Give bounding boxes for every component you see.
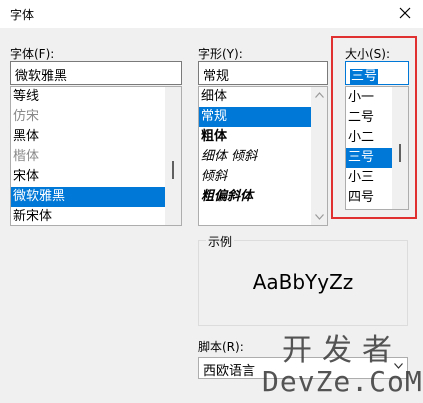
font-list-item[interactable]: 仿宋 <box>11 107 165 127</box>
close-icon <box>399 7 411 19</box>
font-list-items: 等线 仿宋 黑体 楷体 宋体 微软雅黑 新宋体 <box>11 87 165 225</box>
style-label: 字形(Y): <box>198 47 243 61</box>
font-name-input[interactable]: 微软雅黑 <box>10 61 182 85</box>
script-select-value: 西欧语言 <box>203 364 256 379</box>
font-list-item[interactable]: 等线 <box>11 87 165 107</box>
preview-sample-text: AaBbYyZz <box>252 270 354 294</box>
chevron-up-icon <box>314 92 324 98</box>
style-list-item[interactable]: 常规 <box>199 107 311 127</box>
font-list-item[interactable]: 楷体 <box>11 147 165 167</box>
style-list-item[interactable]: 细体 倾斜 <box>199 147 311 167</box>
font-list-item[interactable]: 宋体 <box>11 167 165 187</box>
style-list-items: 细体 常规 粗体 细体 倾斜 倾斜 粗偏斜体 <box>199 87 311 225</box>
style-list-item[interactable]: 倾斜 <box>199 167 311 187</box>
font-list-scroll-thumb[interactable] <box>172 161 174 179</box>
watermark-line-1: 开发者 <box>282 333 402 368</box>
style-list-item[interactable]: 粗偏斜体 <box>199 187 311 207</box>
watermark-logo: 开发者 DevZe.CoM <box>262 336 422 396</box>
close-button[interactable] <box>393 2 417 24</box>
watermark-line-2: DevZe.CoM <box>262 365 423 398</box>
style-list[interactable]: 细体 常规 粗体 细体 倾斜 倾斜 粗偏斜体 <box>198 86 328 226</box>
style-list-item[interactable]: 粗体 <box>199 127 311 147</box>
font-list-item[interactable]: 黑体 <box>11 127 165 147</box>
style-list-item[interactable]: 细体 <box>199 87 311 107</box>
font-list-item[interactable]: 新宋体 <box>11 207 165 225</box>
preview-label: 示例 <box>206 233 235 250</box>
font-list[interactable]: 等线 仿宋 黑体 楷体 宋体 微软雅黑 新宋体 <box>10 86 182 226</box>
font-list-scrollbar[interactable] <box>165 87 181 225</box>
style-list-scrollbar[interactable] <box>311 87 327 225</box>
font-style-input[interactable]: 常规 <box>198 61 328 85</box>
style-scroll-up-button[interactable] <box>311 87 327 103</box>
chevron-down-icon <box>314 214 324 220</box>
title-bar: 字体 <box>0 0 423 28</box>
script-label: 脚本(R): <box>198 340 244 354</box>
window-title: 字体 <box>10 8 35 22</box>
font-list-item[interactable]: 微软雅黑 <box>11 187 165 207</box>
style-scroll-down-button[interactable] <box>311 209 327 225</box>
font-label: 字体(F): <box>10 47 55 61</box>
size-highlight-box <box>331 36 417 219</box>
